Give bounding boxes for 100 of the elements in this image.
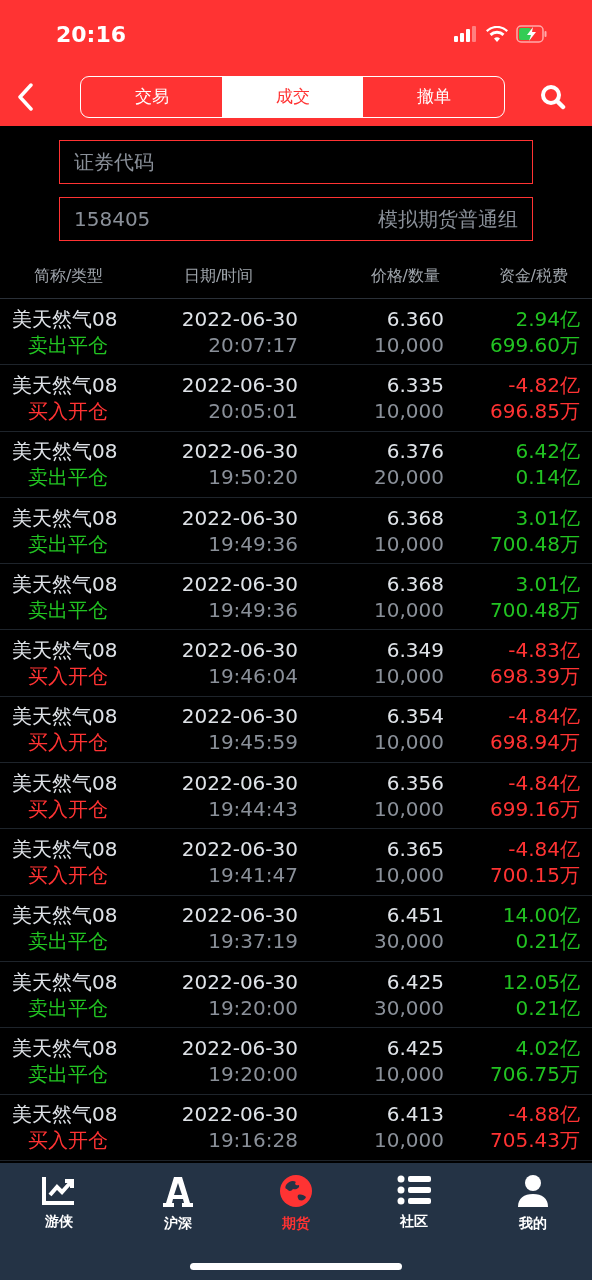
wifi-icon (486, 26, 508, 42)
trade-quantity: 10,000 (374, 795, 444, 822)
segment-tab[interactable]: 成交 (222, 77, 363, 117)
trade-fee: 0.21亿 (515, 994, 580, 1021)
account-group: 模拟期货普通组 (378, 204, 518, 234)
trade-date: 2022-06-30 (181, 836, 298, 862)
trade-price: 6.425 (386, 968, 444, 995)
trade-amount: 12.05亿 (502, 968, 580, 995)
trade-amount: -4.84亿 (508, 703, 580, 730)
battery-icon (516, 25, 548, 43)
trade-amount: 6.42亿 (515, 438, 580, 465)
trade-amount: 14.00亿 (502, 902, 580, 929)
contract-name: 美天然气08 (12, 371, 118, 398)
trade-price: 6.360 (386, 305, 444, 332)
trade-fee: 698.94万 (490, 729, 580, 756)
segment-tab[interactable]: 撤单 (363, 77, 504, 117)
trade-amount: -4.84亿 (508, 836, 580, 862)
trade-price: 6.354 (386, 703, 444, 730)
trade-time: 20:05:01 (208, 397, 298, 424)
trade-price: 6.368 (386, 504, 444, 531)
trade-time: 19:20:00 (208, 994, 298, 1021)
trade-date: 2022-06-30 (181, 570, 298, 597)
segment-tab[interactable]: 交易 (81, 77, 222, 117)
contract-name: 美天然气08 (12, 902, 118, 929)
trade-fee: 698.39万 (490, 663, 580, 690)
trade-type: 卖出平仓 (27, 331, 108, 358)
nav-tab[interactable]: 社区 (355, 1175, 474, 1234)
contract-name: 美天然气08 (12, 637, 118, 664)
nav-tab[interactable]: 期货 (236, 1175, 356, 1234)
account-field[interactable]: 158405 模拟期货普通组 (59, 197, 533, 241)
trade-price: 6.335 (386, 371, 444, 398)
trade-type: 买入开仓 (27, 663, 108, 690)
trade-quantity: 10,000 (374, 596, 444, 623)
user-icon (517, 1175, 548, 1207)
trade-type: 买入开仓 (27, 397, 108, 424)
trade-fee: 0.14亿 (515, 464, 580, 491)
column-header: 日期/时间 (183, 264, 255, 287)
trade-amount: 2.94亿 (515, 305, 580, 332)
contract-name: 美天然气08 (12, 703, 118, 730)
contract-name: 美天然气08 (12, 1101, 118, 1128)
trade-amount: -4.82亿 (508, 371, 580, 398)
trade-quantity: 10,000 (374, 729, 444, 756)
back-icon (16, 83, 34, 111)
trade-amount: -4.84亿 (508, 769, 580, 796)
account-number: 158405 (74, 206, 151, 233)
trade-date: 2022-06-30 (181, 968, 298, 995)
letter-icon (162, 1175, 193, 1207)
trade-fee: 699.16万 (490, 795, 580, 822)
trade-amount: 3.01亿 (515, 570, 580, 597)
contract-name: 美天然气08 (12, 769, 118, 796)
trade-quantity: 20,000 (374, 464, 444, 491)
trade-time: 19:20:00 (208, 1060, 298, 1087)
trade-type: 卖出平仓 (27, 994, 108, 1021)
trade-time: 19:45:59 (208, 729, 298, 756)
trade-fee: 696.85万 (490, 397, 580, 424)
nav-tab[interactable]: 沪深 (118, 1175, 237, 1234)
contract-name: 美天然气08 (12, 968, 118, 995)
contract-name: 美天然气08 (12, 1034, 118, 1061)
trade-type: 卖出平仓 (27, 596, 108, 623)
line-chart-icon (42, 1175, 77, 1205)
trade-type: 买入开仓 (27, 1127, 108, 1154)
contract-name: 美天然气08 (12, 504, 118, 531)
trade-quantity: 10,000 (374, 663, 444, 690)
nav-tab[interactable]: 我的 (473, 1175, 592, 1234)
trade-time: 19:49:36 (208, 596, 298, 623)
trade-date: 2022-06-30 (181, 1034, 298, 1061)
nav-tab[interactable]: 游侠 (0, 1175, 119, 1234)
trade-price: 6.413 (386, 1101, 444, 1128)
trade-date: 2022-06-30 (181, 504, 298, 531)
trade-date: 2022-06-30 (181, 305, 298, 332)
contract-name: 美天然气08 (12, 438, 118, 465)
code-input-field[interactable]: 证券代码 (59, 140, 533, 184)
trade-date: 2022-06-30 (181, 769, 298, 796)
trade-time: 19:16:28 (208, 1127, 298, 1154)
trade-fee: 706.75万 (490, 1060, 580, 1087)
trade-quantity: 10,000 (374, 331, 444, 358)
trade-date: 2022-06-30 (181, 371, 298, 398)
trade-type: 卖出平仓 (27, 464, 108, 491)
trade-type: 买入开仓 (27, 862, 108, 888)
trade-quantity: 10,000 (374, 1127, 444, 1154)
globe-icon (280, 1175, 312, 1207)
trade-fee: 0.21亿 (515, 928, 580, 955)
search-button[interactable] (540, 84, 566, 110)
signal-icon (454, 26, 478, 42)
contract-name: 美天然气08 (12, 305, 118, 332)
trade-type: 卖出平仓 (27, 1060, 108, 1087)
trade-amount: -4.88亿 (508, 1101, 580, 1128)
trade-date: 2022-06-30 (181, 637, 298, 664)
trade-time: 19:50:20 (208, 464, 298, 491)
trade-quantity: 10,000 (374, 862, 444, 888)
trade-quantity: 10,000 (374, 1060, 444, 1087)
trade-type: 卖出平仓 (27, 530, 108, 557)
trade-fee: 705.43万 (490, 1127, 580, 1154)
contract-name: 美天然气08 (12, 570, 118, 597)
column-header: 资金/税费 (497, 264, 569, 287)
trade-fee: 700.48万 (490, 530, 580, 557)
trade-type: 买入开仓 (27, 729, 108, 756)
column-header: 价格/数量 (369, 264, 441, 287)
trade-price: 6.376 (386, 438, 444, 465)
status-time: 20:16 (56, 20, 127, 49)
